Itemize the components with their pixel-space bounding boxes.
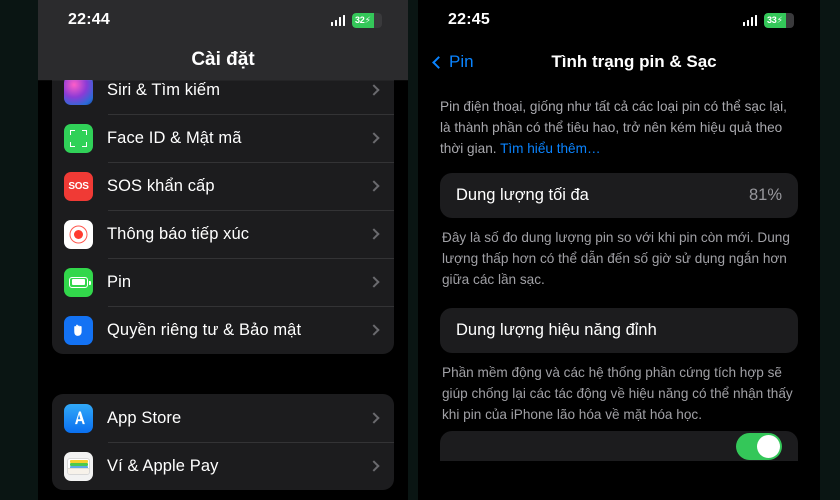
cellular-signal-icon bbox=[742, 14, 757, 26]
right-status-bar: 22:45 33 ⚡ bbox=[418, 0, 820, 40]
learn-more-link[interactable]: Tìm hiểu thêm… bbox=[500, 141, 600, 156]
max-capacity-value: 81% bbox=[748, 186, 782, 204]
row-label: Ví & Apple Pay bbox=[107, 456, 219, 475]
charging-bolt-icon: ⚡ bbox=[776, 14, 783, 25]
intro-paragraph: Pin điện thoại, giống như tất cả các loạ… bbox=[440, 96, 798, 159]
partial-toggle-row[interactable] bbox=[440, 431, 798, 461]
chevron-right-icon bbox=[368, 228, 380, 240]
row-label: Thông báo tiếp xúc bbox=[107, 224, 250, 243]
toggle-switch-on[interactable] bbox=[736, 432, 782, 460]
chevron-right-icon bbox=[368, 180, 380, 192]
sos-glyph: SOS bbox=[68, 180, 89, 192]
sidebar-item-exposure-notifications[interactable]: Thông báo tiếp xúc bbox=[52, 210, 394, 258]
row-label: SOS khẩn cấp bbox=[107, 176, 215, 195]
face-id-icon bbox=[64, 123, 93, 153]
settings-group-2: App Store Ví & Apple Pay bbox=[52, 394, 394, 490]
intro-text: Pin điện thoại, giống như tất cả các loạ… bbox=[440, 99, 787, 156]
peak-performance-note: Phần mềm động và các hệ thống phần cứng … bbox=[442, 365, 793, 422]
battery-health-content: Pin điện thoại, giống như tất cả các loạ… bbox=[418, 96, 820, 461]
row-label: Siri & Tìm kiếm bbox=[107, 80, 221, 99]
sidebar-item-sos[interactable]: SOS SOS khẩn cấp bbox=[52, 162, 394, 210]
exposure-notification-icon bbox=[64, 219, 93, 249]
chevron-right-icon bbox=[368, 460, 380, 472]
battery-charging-icon: 33 ⚡ bbox=[764, 12, 794, 28]
chevron-right-icon bbox=[368, 132, 380, 144]
back-button[interactable]: Pin bbox=[432, 52, 474, 72]
sidebar-item-wallet-apple-pay[interactable]: Ví & Apple Pay bbox=[52, 442, 394, 490]
status-indicators: 33 ⚡ bbox=[742, 12, 794, 28]
sidebar-item-face-id[interactable]: Face ID & Mật mã bbox=[52, 114, 394, 162]
left-phone-screen: 22:44 32 ⚡ Cài đặt Siri & Tìm kiếm Face … bbox=[38, 0, 408, 500]
battery-level-text: 33 bbox=[767, 15, 777, 25]
left-status-bar: 22:44 32 ⚡ bbox=[38, 0, 408, 40]
chevron-right-icon bbox=[368, 412, 380, 424]
page-title: Tình trạng pin & Sạc bbox=[551, 52, 717, 71]
page-title: Cài đặt bbox=[191, 49, 255, 70]
battery-level-text: 32 bbox=[355, 15, 365, 25]
row-label: Quyền riêng tư & Bảo mật bbox=[107, 320, 302, 339]
right-phone-screen: 22:45 33 ⚡ Pin Tình trạng pin & Sạc Pin … bbox=[418, 0, 820, 500]
row-label: App Store bbox=[107, 408, 182, 427]
screenshot-stage: 22:44 32 ⚡ Cài đặt Siri & Tìm kiếm Face … bbox=[0, 0, 840, 500]
wallet-icon bbox=[64, 451, 93, 481]
max-capacity-label: Dung lượng tối đa bbox=[456, 186, 589, 204]
chevron-left-icon bbox=[432, 55, 445, 69]
settings-list[interactable]: Siri & Tìm kiếm Face ID & Mật mã SOS SOS… bbox=[38, 66, 408, 490]
peak-performance-label: Dung lượng hiệu năng đỉnh bbox=[456, 321, 657, 339]
status-time: 22:44 bbox=[68, 11, 110, 28]
battery-icon bbox=[64, 267, 93, 297]
sos-icon: SOS bbox=[64, 171, 93, 201]
row-label: Face ID & Mật mã bbox=[107, 128, 242, 147]
peak-performance-row[interactable]: Dung lượng hiệu năng đỉnh bbox=[440, 308, 798, 353]
row-label: Pin bbox=[107, 272, 132, 291]
status-time: 22:45 bbox=[448, 11, 490, 28]
charging-bolt-icon: ⚡ bbox=[364, 14, 371, 25]
app-store-icon bbox=[64, 403, 93, 433]
settings-group-1: Siri & Tìm kiếm Face ID & Mật mã SOS SOS… bbox=[52, 66, 394, 354]
battery-charging-icon: 32 ⚡ bbox=[352, 12, 382, 28]
sidebar-item-battery[interactable]: Pin bbox=[52, 258, 394, 306]
cellular-signal-icon bbox=[330, 14, 345, 26]
sidebar-item-app-store[interactable]: App Store bbox=[52, 394, 394, 442]
back-button-label: Pin bbox=[449, 52, 474, 71]
max-capacity-row[interactable]: Dung lượng tối đa 81% bbox=[440, 173, 798, 218]
right-nav-bar: Pin Tình trạng pin & Sạc bbox=[418, 40, 820, 84]
status-indicators: 32 ⚡ bbox=[330, 12, 382, 28]
chevron-right-icon bbox=[368, 84, 380, 96]
chevron-right-icon bbox=[368, 324, 380, 336]
privacy-hand-icon bbox=[64, 315, 93, 345]
left-nav-bar: Cài đặt bbox=[38, 40, 408, 80]
chevron-right-icon bbox=[368, 276, 380, 288]
max-capacity-note: Đây là số đo dung lượng pin so với khi p… bbox=[442, 230, 790, 287]
sidebar-item-privacy[interactable]: Quyền riêng tư & Bảo mật bbox=[52, 306, 394, 354]
